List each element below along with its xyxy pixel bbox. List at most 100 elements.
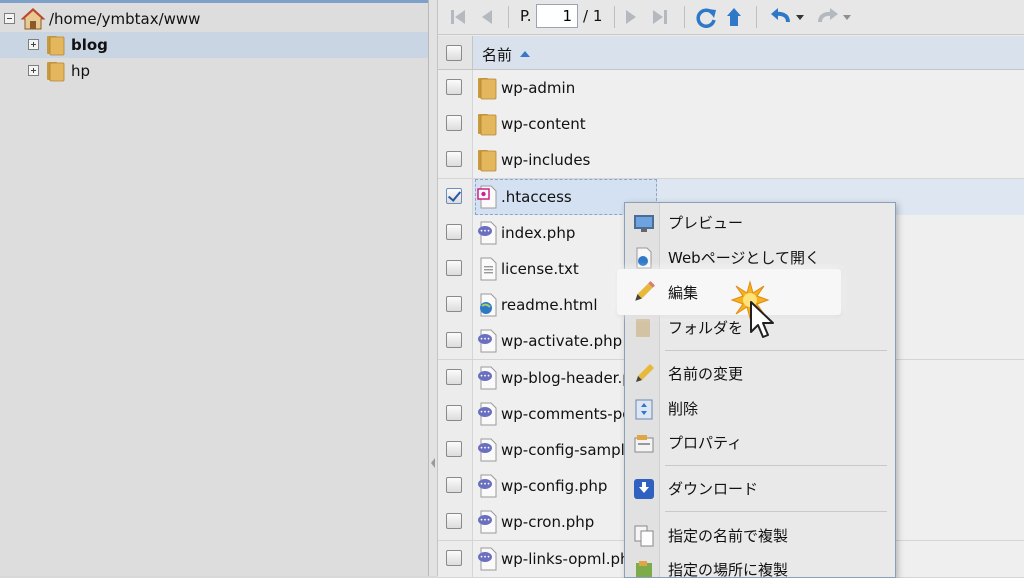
file-name: wp-config.php — [501, 477, 608, 496]
tree-item-label: hp — [71, 62, 91, 80]
menu-item-label: 編集 — [668, 284, 699, 302]
select-all-checkbox[interactable] — [446, 45, 462, 61]
previous-page-icon[interactable] — [478, 6, 496, 28]
row-checkbox[interactable] — [446, 332, 462, 349]
menu-item-label: ダウンロード — [668, 480, 759, 498]
php-file-icon: ••• — [478, 547, 497, 571]
file-name: wp-config-sample — [501, 441, 635, 459]
menu-item-edit[interactable]: 編集 — [617, 269, 841, 315]
next-page-icon[interactable] — [622, 6, 640, 28]
row-checkbox[interactable] — [446, 296, 462, 313]
toolbar-separator — [508, 6, 509, 28]
row-checkbox[interactable] — [446, 151, 462, 168]
php-file-icon: ••• — [478, 438, 497, 462]
mouse-pointer-icon — [750, 301, 774, 338]
table-row[interactable]: wp-admin — [438, 70, 1024, 107]
folder-icon — [636, 319, 650, 337]
file-name: wp-comments-po — [501, 404, 632, 423]
panel-splitter[interactable] — [429, 0, 438, 576]
folder-icon — [47, 36, 65, 56]
file-name: wp-cron.php — [501, 513, 595, 532]
file-name: wp-links-opml.php — [501, 549, 640, 568]
menu-item-delete[interactable]: 削除 — [625, 393, 895, 425]
row-checkbox[interactable] — [446, 477, 462, 494]
folder-icon — [478, 78, 497, 100]
svg-text:•••: ••• — [480, 373, 491, 380]
name-cell[interactable]: wp-includes — [472, 142, 1024, 179]
menu-item-rename[interactable]: 名前の変更 — [625, 358, 895, 390]
menu-item-duplicate-to-location[interactable]: 指定の場所に複製 — [625, 554, 895, 578]
menu-item-duplicate-with-name[interactable]: 指定の名前で複製 — [625, 520, 895, 552]
file-name: wp-content — [501, 115, 586, 134]
expand-toggle-icon[interactable] — [28, 39, 39, 50]
tree-item-blog[interactable]: blog — [0, 32, 428, 58]
svg-text:•••: ••• — [480, 554, 491, 561]
delete-icon — [635, 399, 653, 420]
folder-icon — [47, 62, 65, 82]
list-header: 名前 — [438, 36, 1024, 70]
php-file-icon: ••• — [478, 402, 497, 426]
name-cell[interactable]: wp-content — [472, 106, 1024, 143]
file-name: wp-includes — [501, 151, 591, 170]
row-checkbox[interactable] — [446, 79, 462, 95]
name-cell[interactable]: wp-admin — [472, 70, 1024, 106]
copy-icon — [634, 525, 654, 547]
context-menu: プレビュー Webページとして開く フォルダを 名前の変更 削除 プロパティ ダ… — [624, 202, 896, 578]
php-file-icon: ••• — [478, 366, 497, 390]
row-checkbox[interactable] — [446, 115, 462, 132]
home-icon — [20, 8, 46, 30]
download-icon — [634, 479, 654, 499]
tree-root-item[interactable]: /home/ymbtax/www — [0, 6, 428, 32]
monitor-icon — [634, 215, 654, 232]
tree-top-border — [0, 0, 428, 3]
parent-folder-icon[interactable] — [724, 6, 746, 28]
page-prefix-label: P. — [520, 7, 532, 25]
svg-text:•••: ••• — [480, 228, 491, 235]
menu-item-label: 指定の場所に複製 — [668, 561, 789, 578]
last-page-icon[interactable] — [650, 6, 670, 28]
first-page-icon[interactable] — [448, 6, 468, 28]
svg-text:•••: ••• — [480, 409, 491, 416]
undo-icon[interactable] — [768, 6, 804, 28]
tree-item-hp[interactable]: hp — [0, 58, 428, 84]
folder-icon — [478, 114, 497, 136]
row-checkbox[interactable] — [446, 223, 462, 240]
row-checkbox[interactable] — [446, 549, 462, 566]
file-name: license.txt — [501, 260, 579, 278]
folder-tree-panel: /home/ymbtax/www blog hp — [0, 0, 429, 576]
folder-icon — [478, 150, 497, 172]
row-checkbox[interactable] — [446, 441, 462, 457]
menu-item-properties[interactable]: プロパティ — [625, 427, 895, 459]
redo-icon[interactable] — [816, 6, 852, 28]
row-checkbox[interactable] — [446, 260, 462, 276]
expand-toggle-icon[interactable] — [28, 65, 39, 76]
svg-text:•••: ••• — [480, 517, 491, 524]
file-name: index.php — [501, 223, 576, 242]
toolbar-separator — [684, 6, 685, 28]
refresh-icon[interactable] — [694, 6, 718, 28]
table-row[interactable]: wp-content — [438, 106, 1024, 144]
toolbar-separator — [614, 6, 615, 28]
file-name: wp-blog-header.p — [501, 368, 632, 387]
page-number-input[interactable] — [536, 4, 578, 28]
table-row[interactable]: wp-includes — [438, 142, 1024, 180]
menu-separator — [665, 465, 887, 466]
splitter-grip-icon — [431, 458, 435, 468]
row-checkbox[interactable] — [446, 368, 462, 385]
row-checkbox[interactable] — [446, 513, 462, 530]
toolbar-separator — [756, 6, 757, 28]
svg-text:•••: ••• — [480, 445, 491, 452]
php-file-icon: ••• — [478, 221, 497, 245]
row-checkbox[interactable] — [446, 404, 462, 421]
menu-item-download[interactable]: ダウンロード — [625, 473, 895, 505]
file-name: readme.html — [501, 296, 598, 315]
name-column-header[interactable]: 名前 — [472, 36, 1024, 69]
page-total-label: / 1 — [583, 7, 603, 25]
copy-to-icon — [636, 561, 652, 577]
sort-ascending-icon — [520, 51, 530, 57]
menu-item-label: Webページとして開く — [668, 249, 820, 267]
collapse-toggle-icon[interactable] — [4, 13, 15, 24]
row-checkbox[interactable] — [446, 187, 462, 204]
menu-item-preview[interactable]: プレビュー — [625, 207, 895, 239]
menu-item-label: フォルダを — [668, 319, 744, 337]
